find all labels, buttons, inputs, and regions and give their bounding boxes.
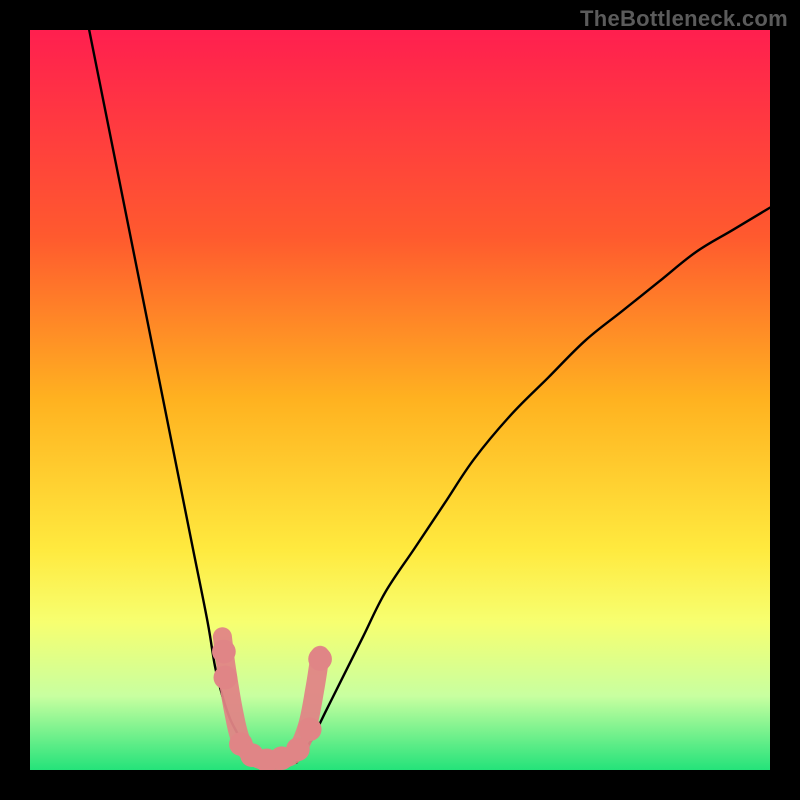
trough-dot-7 bbox=[298, 717, 322, 741]
trough-dot-8 bbox=[308, 647, 332, 671]
chart-frame: TheBottleneck.com bbox=[0, 0, 800, 800]
trough-dot-0 bbox=[212, 640, 236, 664]
chart-svg bbox=[30, 30, 770, 770]
trough-dot-6 bbox=[286, 737, 310, 761]
plot-area bbox=[30, 30, 770, 770]
watermark-text: TheBottleneck.com bbox=[580, 6, 788, 32]
trough-dot-1 bbox=[214, 666, 238, 690]
gradient-background bbox=[30, 30, 770, 770]
